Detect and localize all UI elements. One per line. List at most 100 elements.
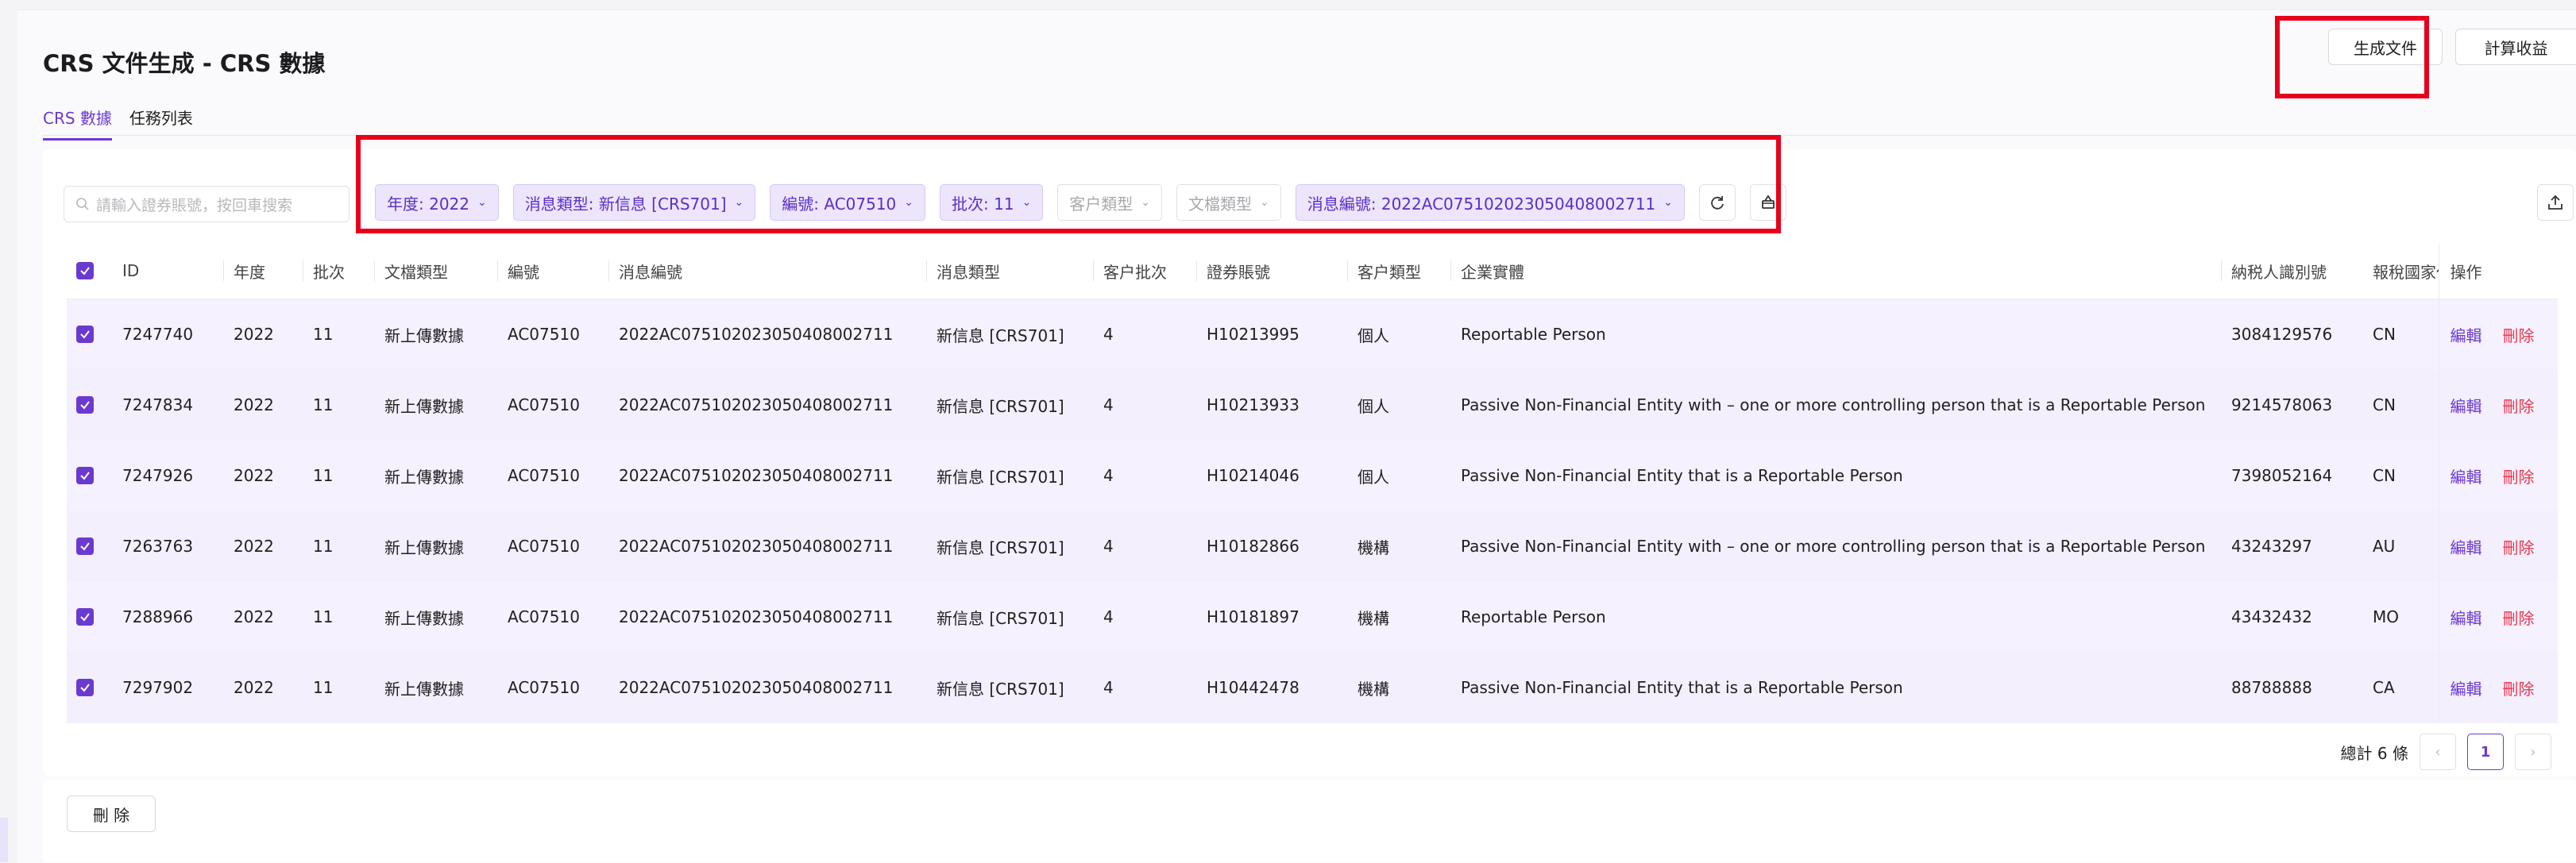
table-cell: 新信息 [CRS701] [937,440,1103,511]
row-actions: 編輯 刪除 [2438,510,2558,582]
delete-link[interactable]: 刪除 [2503,397,2535,416]
row-checkbox[interactable] [76,467,94,484]
table-cell: 11 [313,510,384,582]
row-checkbox[interactable] [76,679,94,696]
table-cell: 11 [313,299,384,370]
column-header[interactable]: 證券賬號 [1196,243,1358,299]
delete-link[interactable]: 刪除 [2503,326,2535,345]
table-cell: 11 [313,581,384,653]
table-cell: 9214578063 [2231,369,2373,441]
table-cell: 新上傳數據 [384,652,508,723]
row-actions: 編輯 刪除 [2438,581,2558,653]
table-cell: 4 [1103,299,1207,370]
table-cell: 43243297 [2231,510,2373,582]
table-cell: 機構 [1358,652,1461,723]
table-cell: 88788888 [2231,652,2373,723]
edit-link[interactable]: 編輯 [2450,397,2482,416]
row-checkbox[interactable] [76,396,94,414]
table-cell: 個人 [1358,440,1461,511]
page-title: CRS 文件生成 - CRS 數據 [43,50,326,77]
table-cell: 7247926 [122,440,234,511]
calculate-income-button[interactable]: 計算收益 [2455,29,2576,65]
row-checkbox[interactable] [76,537,94,555]
table-cell: H10213933 [1207,369,1358,441]
table-cell: 2022AC075102023050408002711 [619,581,937,653]
table-cell: Passive Non-Financial Entity with – one … [1461,369,2231,441]
edit-link[interactable]: 編輯 [2450,680,2482,699]
table-cell: 新信息 [CRS701] [937,369,1103,441]
table-cell: 43432432 [2231,581,2373,653]
next-page-button[interactable]: › [2515,734,2551,770]
column-header[interactable]: 消息編號 [608,243,937,299]
bottom-bar: 刪 除 [43,780,2576,862]
prev-page-button[interactable]: ‹ [2420,734,2456,770]
table-cell: 7297902 [122,652,234,723]
table-cell: 7247834 [122,369,234,441]
table-cell: 2022AC075102023050408002711 [619,299,937,370]
table-row: 7247740 2022 11 新上傳數據 AC07510 2022AC075102023… [67,299,2558,370]
column-header[interactable]: 報稅國家代 [2373,243,2439,299]
table-row: 7247834 2022 11 新上傳數據 AC07510 2022AC075102023… [67,369,2558,441]
column-header[interactable]: 消息類型 [926,243,1103,299]
column-header[interactable]: 客户類型 [1347,243,1461,299]
check-icon [80,267,90,275]
data-card: 請輸入證券賬號，按回車搜索 年度: 2022 ⌄ 消息類型: 新信息 [CRS70… [43,149,2576,776]
edit-link[interactable]: 編輯 [2450,326,2482,345]
edit-link[interactable]: 編輯 [2450,538,2482,557]
table-cell: 11 [313,440,384,511]
delete-link[interactable]: 刪除 [2503,538,2535,557]
row-checkbox[interactable] [76,326,94,343]
table-cell: H10182866 [1207,510,1358,582]
page-number-button[interactable]: 1 [2467,734,2504,770]
total-count: 總計 6 條 [2340,743,2408,763]
column-header[interactable]: 企業實體 [1450,243,2231,299]
check-icon [80,401,90,410]
table-cell: H10442478 [1207,652,1358,723]
chevron-right-icon: › [2530,743,2536,761]
row-checkbox[interactable] [76,608,94,626]
table-cell: 新信息 [CRS701] [937,299,1103,370]
table-cell: 新上傳數據 [384,299,508,370]
table-cell: 4 [1103,369,1207,441]
column-header[interactable]: 納税人識別號 [2221,243,2373,299]
table-cell: 4 [1103,510,1207,582]
column-header[interactable]: 編號 [497,243,619,299]
table-cell: AC07510 [508,510,619,582]
table-cell: AC07510 [508,652,619,723]
search-input[interactable]: 請輸入證券賬號，按回車搜索 [64,186,350,222]
bulk-delete-button[interactable]: 刪 除 [67,796,156,832]
table-cell: 2022AC075102023050408002711 [619,369,937,441]
table-cell: 7247740 [122,299,234,370]
table-cell: AC07510 [508,581,619,653]
table-cell: 新信息 [CRS701] [937,581,1103,653]
table-cell: 2022AC075102023050408002711 [619,652,937,723]
table-cell: 2022 [234,440,313,511]
table-header-row: ID 年度 批次 文檔類型 編號 消息編號 消息類型 客户批次 證券賬號 客户類… [67,243,2558,299]
check-icon [80,330,90,339]
table-cell: Reportable Person [1461,299,2231,370]
table-cell: 2022AC075102023050408002711 [619,440,937,511]
table-cell: CN [2373,299,2439,370]
export-button[interactable] [2537,184,2574,221]
column-header[interactable]: 年度 [223,243,313,299]
delete-link[interactable]: 刪除 [2503,468,2535,487]
column-header-actions: 操作 [2438,243,2558,299]
table-cell: Passive Non-Financial Entity that is a R… [1461,652,2231,723]
column-header[interactable]: 文檔類型 [374,243,508,299]
table-cell: 2022AC075102023050408002711 [619,510,937,582]
table-cell: 2022 [234,581,313,653]
delete-link[interactable]: 刪除 [2503,609,2535,628]
row-actions: 編輯 刪除 [2438,652,2558,723]
edit-link[interactable]: 編輯 [2450,468,2482,487]
column-header[interactable]: ID [122,243,234,299]
edit-link[interactable]: 編輯 [2450,609,2482,628]
table-cell: MO [2373,581,2439,653]
column-header[interactable]: 客户批次 [1093,243,1207,299]
table-cell: 新上傳數據 [384,440,508,511]
delete-link[interactable]: 刪除 [2503,680,2535,699]
table-cell: 機構 [1358,510,1461,582]
check-icon [80,684,90,692]
table-cell: CN [2373,369,2439,441]
select-all-checkbox[interactable] [76,262,94,279]
table-cell: 11 [313,652,384,723]
